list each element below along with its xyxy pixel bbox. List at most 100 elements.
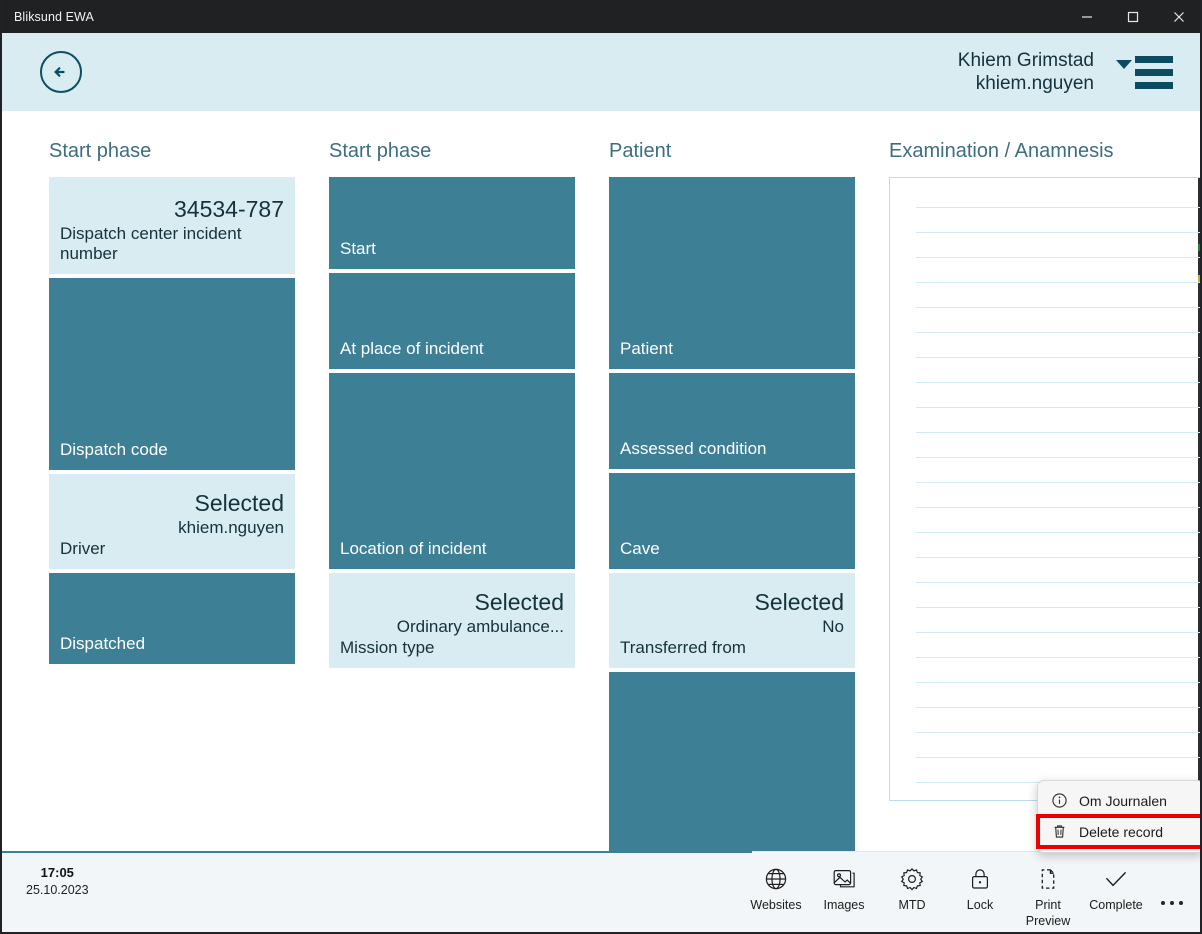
notes-rule-line xyxy=(916,732,1200,733)
accent-line xyxy=(2,851,752,853)
toolbar-overflow-button[interactable] xyxy=(1150,860,1194,920)
card-selected-value: khiem.nguyen xyxy=(178,517,284,537)
notes-rule-line xyxy=(916,207,1200,208)
user-name: Khiem Grimstad xyxy=(957,49,1094,71)
column-start-phase-1: Start phase 34534-787 Dispatch center in… xyxy=(49,111,295,668)
application-window: Bliksund EWA Khiem Grimstad khiem.nguyen… xyxy=(0,0,1202,934)
toolbar-label: Images xyxy=(823,898,865,912)
toolbar-label: Websites xyxy=(750,898,802,912)
menu-item-delete-record[interactable]: Delete record xyxy=(1036,814,1200,849)
card-dispatch-center-incident-number[interactable]: 34534-787 Dispatch center incident numbe… xyxy=(49,177,295,274)
maximize-button[interactable] xyxy=(1110,0,1156,33)
caret-down-icon xyxy=(1116,59,1132,69)
window-controls xyxy=(1064,0,1200,33)
card-selected-value: Ordinary ambulance... xyxy=(396,616,564,636)
card-label: Assessed condition xyxy=(620,439,767,459)
column-title: Patient xyxy=(609,140,672,162)
card-dispatched[interactable]: Dispatched xyxy=(49,573,295,664)
checkmark-icon xyxy=(1102,864,1130,894)
minimize-button[interactable] xyxy=(1064,0,1110,33)
card-location-of-incident[interactable]: Location of incident xyxy=(329,373,575,569)
card-at-place-of-incident[interactable]: At place of incident xyxy=(329,273,575,369)
notes-rule-line xyxy=(916,482,1200,483)
close-icon xyxy=(1174,11,1184,22)
card-driver[interactable]: Selected khiem.nguyen Driver xyxy=(49,474,295,569)
back-button[interactable] xyxy=(40,51,82,93)
record-board: Start phase 34534-787 Dispatch center in… xyxy=(2,111,1200,853)
toolbar-actions: Websites Images MTD Lock Print Preview C… xyxy=(742,852,1200,929)
notes-rule-line xyxy=(916,507,1200,508)
notes-rule-line xyxy=(916,382,1200,383)
ellipsis-icon xyxy=(1159,892,1186,910)
card-label: Dispatch center incident number xyxy=(60,223,242,264)
toolbar-label: Lock xyxy=(966,898,994,912)
card-top-value: 34534-787 xyxy=(174,195,284,222)
toolbar-button-print-preview[interactable]: Print Preview xyxy=(1014,860,1082,929)
card-cave[interactable]: Cave xyxy=(609,473,855,569)
notes-rule-line xyxy=(916,582,1200,583)
window-title: Bliksund EWA xyxy=(14,9,94,24)
notes-rule-line xyxy=(916,682,1200,683)
notes-rule-line xyxy=(916,407,1200,408)
notes-rule-line xyxy=(916,282,1200,283)
column-patient: Patient Patient Assessed condition Cave … xyxy=(609,111,855,853)
context-menu: Om Journalen Delete record xyxy=(1036,780,1200,853)
menu-item-om-journalen[interactable]: Om Journalen xyxy=(1038,785,1200,816)
toolbar-label: MTD xyxy=(898,898,926,912)
card-start[interactable]: Start xyxy=(329,177,575,269)
app-header: Khiem Grimstad khiem.nguyen xyxy=(2,33,1200,111)
document-dashed-icon xyxy=(1035,864,1061,894)
card-mission-type[interactable]: Selected Ordinary ambulance... Mission t… xyxy=(329,573,575,668)
card-label: Patient xyxy=(620,339,673,359)
notes-scroll-marker xyxy=(1198,275,1200,282)
main-menu-button[interactable] xyxy=(1116,55,1173,89)
clock-time: 17:05 xyxy=(40,865,74,880)
menu-item-label: Delete record xyxy=(1079,823,1164,840)
lock-icon xyxy=(967,864,993,894)
card-top-value: Selected xyxy=(474,589,564,616)
notes-rule-line xyxy=(916,357,1200,358)
close-button[interactable] xyxy=(1156,0,1200,33)
toolbar-button-images[interactable]: Images xyxy=(810,860,878,914)
globe-icon xyxy=(763,864,789,894)
menu-item-label: Om Journalen xyxy=(1079,792,1167,809)
card-label: Dispatched xyxy=(60,634,146,654)
card-assessed-condition[interactable]: Assessed condition xyxy=(609,373,855,469)
card-next-clipped[interactable] xyxy=(609,672,855,853)
column-title: Start phase xyxy=(49,140,152,162)
clock-widget: 17:05 25.10.2023 xyxy=(26,864,89,898)
toolbar-button-complete[interactable]: Complete xyxy=(1082,860,1150,914)
trash-icon xyxy=(1054,825,1065,838)
card-label: Mission type xyxy=(340,638,435,658)
notes-rule-line xyxy=(916,757,1200,758)
bottom-toolbar: 17:05 25.10.2023 Websites Images MTD Loc… xyxy=(2,851,1200,932)
toolbar-button-lock[interactable]: Lock xyxy=(946,860,1014,914)
column-start-phase-2: Start phase Start At place of incident L… xyxy=(329,111,575,672)
notes-rule-line xyxy=(916,257,1200,258)
notes-rule-line xyxy=(916,232,1200,233)
user-login: khiem.nguyen xyxy=(975,73,1094,94)
card-label: Driver xyxy=(60,539,106,559)
card-selected-value: No xyxy=(822,616,844,636)
notes-rule-line xyxy=(916,632,1200,633)
card-patient[interactable]: Patient xyxy=(609,177,855,369)
toolbar-button-mtd[interactable]: MTD xyxy=(878,860,946,914)
card-label: Transferred from xyxy=(620,638,746,658)
notes-rule-line xyxy=(916,457,1200,458)
title-bar: Bliksund EWA xyxy=(2,0,1200,33)
card-transferred-from[interactable]: Selected No Transferred from xyxy=(609,573,855,668)
user-info[interactable]: Khiem Grimstad khiem.nguyen xyxy=(958,49,1098,95)
card-label: Start xyxy=(340,239,376,259)
maximize-icon xyxy=(1127,11,1139,22)
examination-notes-field[interactable] xyxy=(889,177,1200,801)
info-circle-icon xyxy=(1052,793,1067,808)
toolbar-label: Complete xyxy=(1089,898,1143,912)
notes-rule-line xyxy=(916,607,1200,608)
card-dispatch-code[interactable]: Dispatch code xyxy=(49,278,295,470)
image-icon xyxy=(831,864,857,894)
clock-date: 25.10.2023 xyxy=(26,882,89,897)
card-label: At place of incident xyxy=(340,339,484,359)
card-label: Cave xyxy=(620,539,660,559)
notes-rule-line xyxy=(916,332,1200,333)
toolbar-button-websites[interactable]: Websites xyxy=(742,860,810,914)
